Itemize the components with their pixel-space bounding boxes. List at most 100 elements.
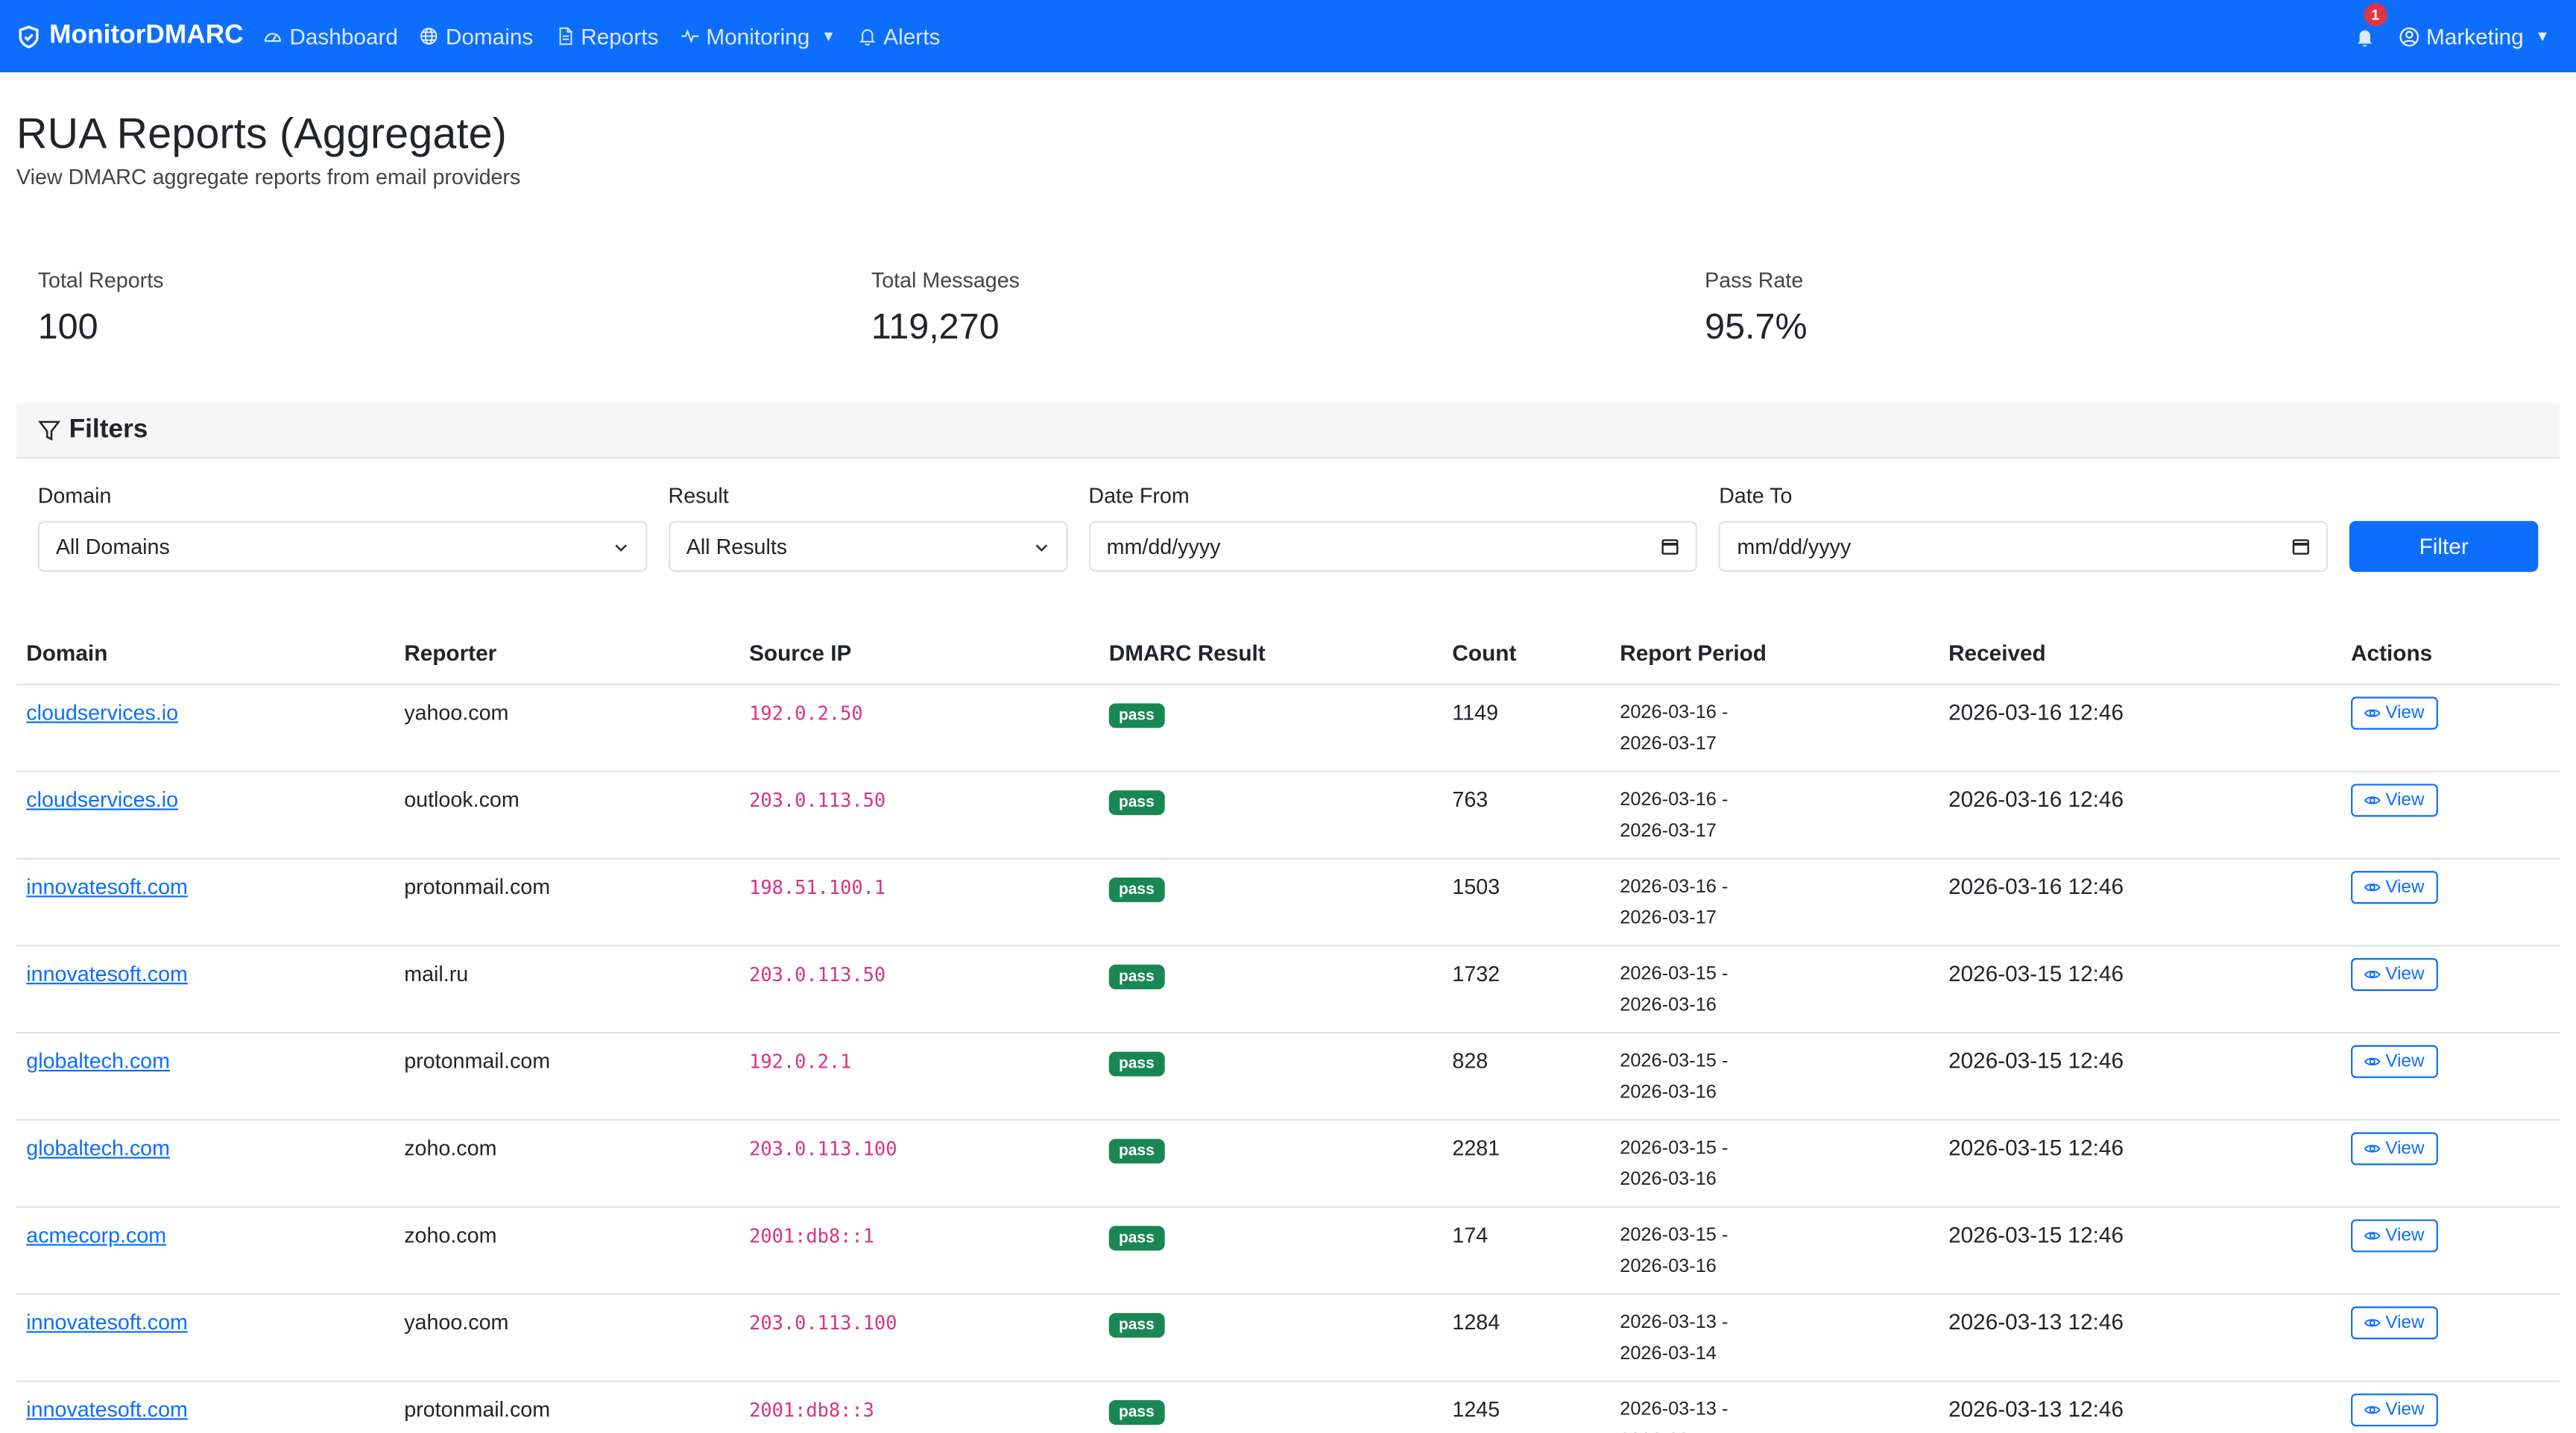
result-badge: pass (1108, 1138, 1164, 1163)
table-body: cloudservices.io yahoo.com 192.0.2.50 pa… (16, 683, 2560, 1433)
stat-pass-rate: Pass Rate 95.7% (1705, 268, 2538, 348)
user-menu[interactable]: Marketing ▼ (2399, 24, 2550, 48)
domain-link[interactable]: globaltech.com (26, 1135, 170, 1159)
nav-reports[interactable]: Reports (555, 24, 658, 48)
user-name: Marketing (2426, 23, 2524, 49)
cell-result: pass (1099, 1293, 1443, 1382)
result-badge: pass (1108, 1311, 1164, 1338)
period-start: 2026-03-16 - (1620, 790, 1729, 810)
period-start: 2026-03-15 - (1620, 1225, 1729, 1245)
col-reporter: Reporter (394, 637, 739, 685)
table-row: cloudservices.io yahoo.com 192.0.2.50 pa… (16, 683, 2560, 772)
result-badge: pass (1108, 790, 1164, 815)
domain-link[interactable]: innovatesoft.com (26, 960, 188, 985)
reports-table: Domain Reporter Source IP DMARC Result C… (16, 637, 2560, 1433)
cell-domain: cloudservices.io (16, 770, 394, 859)
period-end: 2026-03-16 (1620, 1083, 1717, 1103)
stats-row: Total Reports 100 Total Messages 119,270… (0, 268, 2576, 348)
cell-reporter: protonmail.com (394, 1032, 739, 1121)
chevron-down-icon (1035, 544, 1047, 551)
col-report-period: Report Period (1610, 637, 1939, 685)
cell-count: 1503 (1442, 857, 1611, 946)
domain-link[interactable]: cloudservices.io (26, 699, 178, 724)
col-dmarc-result: DMARC Result (1099, 637, 1443, 685)
cell-domain: innovatesoft.com (16, 945, 394, 1033)
view-button[interactable]: View (2351, 1044, 2438, 1077)
cell-result: pass (1099, 1206, 1443, 1294)
view-button[interactable]: View (2351, 783, 2438, 816)
table-row: innovatesoft.com protonmail.com 2001:db8… (16, 1380, 2560, 1433)
cell-domain: acmecorp.com (16, 1206, 394, 1294)
date-from-input[interactable]: mm/dd/yyyy (1088, 520, 1698, 573)
view-button-label: View (2385, 1311, 2425, 1332)
nav-monitoring[interactable]: Monitoring ▼ (680, 24, 836, 48)
nav-domains[interactable]: Domains (420, 23, 534, 49)
cell-period: 2026-03-13 - 2026-03-14 (1610, 1293, 1939, 1382)
notifications-button[interactable]: 1 (2354, 2, 2387, 47)
period-end: 2026-03-16 (1620, 1170, 1717, 1190)
bell-icon (2357, 29, 2373, 46)
calendar-icon[interactable] (1661, 538, 1679, 555)
view-button-label: View (2385, 1051, 2425, 1071)
domain-link[interactable]: globaltech.com (26, 1048, 170, 1072)
domain-link[interactable]: innovatesoft.com (26, 1309, 188, 1334)
cell-reporter: protonmail.com (394, 857, 739, 946)
domain-link[interactable]: innovatesoft.com (26, 1396, 188, 1420)
domain-link[interactable]: acmecorp.com (26, 1222, 166, 1247)
view-button[interactable]: View (2351, 1218, 2438, 1252)
period-end: 2026-03-17 (1620, 822, 1717, 842)
nav-alerts-label: Alerts (883, 23, 941, 49)
stat-total-reports: Total Reports 100 (38, 268, 871, 348)
nav-dashboard[interactable]: Dashboard (263, 24, 398, 48)
cell-count: 763 (1442, 770, 1611, 859)
domain-select[interactable]: All Domains (37, 520, 647, 573)
notification-badge: 1 (2364, 2, 2387, 26)
nav-domains-label: Domains (445, 23, 534, 49)
user-circle-icon (2399, 26, 2419, 46)
date-from-label: Date From (1088, 483, 1190, 508)
period-start: 2026-03-15 - (1620, 1051, 1729, 1071)
cell-reporter: protonmail.com (394, 1380, 739, 1433)
eye-icon (2364, 796, 2381, 804)
view-button-label: View (2385, 790, 2425, 810)
cell-domain: innovatesoft.com (16, 1293, 394, 1382)
nav-alerts[interactable]: Alerts (857, 24, 940, 48)
source-ip: 203.0.113.50 (749, 962, 886, 986)
result-badge: pass (1108, 702, 1164, 728)
view-button[interactable]: View (2351, 957, 2438, 990)
view-button[interactable]: View (2351, 1131, 2438, 1165)
result-badge: pass (1108, 1225, 1164, 1250)
view-button[interactable]: View (2351, 696, 2438, 729)
globe-icon (420, 28, 438, 45)
result-select[interactable]: All Results (668, 520, 1067, 573)
view-button[interactable]: View (2351, 1392, 2438, 1426)
stat-value: 95.7% (1705, 305, 1808, 347)
cell-domain: cloudservices.io (16, 683, 394, 772)
period-end: 2026-03-14 (1620, 1426, 1928, 1433)
table-row: innovatesoft.com yahoo.com 203.0.113.100… (16, 1293, 2560, 1382)
view-button-label: View (2385, 1138, 2425, 1158)
view-button[interactable]: View (2351, 1306, 2438, 1339)
result-select-value: All Results (686, 534, 788, 559)
view-button[interactable]: View (2351, 870, 2438, 904)
domain-link[interactable]: innovatesoft.com (26, 873, 188, 898)
cell-source-ip: 203.0.113.50 (739, 770, 1099, 859)
source-ip: 192.0.2.50 (749, 701, 863, 724)
col-domain: Domain (16, 637, 394, 685)
domain-link[interactable]: cloudservices.io (26, 787, 178, 811)
brand[interactable]: MonitorDMARC (16, 22, 244, 51)
source-ip: 2001:db8::3 (749, 1397, 874, 1421)
cell-result: pass (1099, 1032, 1443, 1121)
date-from-placeholder: mm/dd/yyyy (1106, 534, 1221, 559)
cell-count: 1732 (1442, 945, 1611, 1033)
filter-button[interactable]: Filter (2349, 520, 2539, 573)
cell-received: 2026-03-15 12:46 (1938, 1118, 2341, 1207)
bell-outline-icon (859, 29, 875, 46)
calendar-icon[interactable] (2292, 538, 2310, 555)
cell-result: pass (1099, 683, 1443, 772)
col-actions: Actions (2340, 637, 2560, 685)
date-to-input[interactable]: mm/dd/yyyy (1719, 520, 2329, 573)
filters-title: Filters (69, 415, 148, 444)
eye-icon (2364, 1405, 2381, 1414)
cell-result: pass (1099, 1118, 1443, 1207)
